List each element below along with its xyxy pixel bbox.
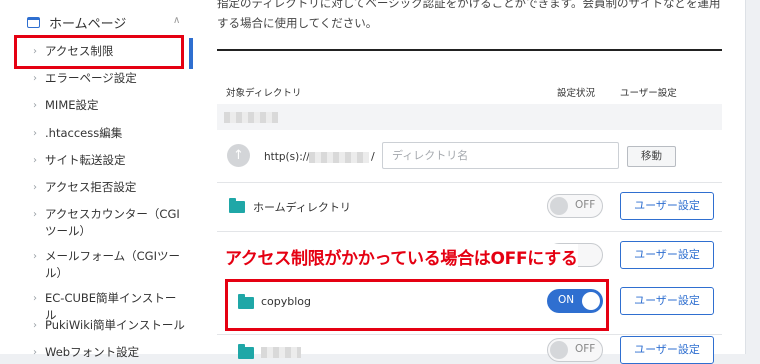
chevron-right-icon: › [33, 293, 37, 304]
toggle-knob [550, 197, 568, 215]
section-homepage[interactable]: ホームページ [27, 13, 126, 32]
folder-icon [229, 198, 245, 213]
sidebar-item-error-page[interactable]: › エラーページ設定 [33, 70, 185, 87]
sidebar-item-access-deny[interactable]: › アクセス拒否設定 [33, 179, 185, 196]
chevron-right-icon: › [33, 73, 37, 84]
redacted-domain [309, 152, 369, 163]
user-settings-button[interactable]: ユーザー設定 [620, 241, 714, 269]
row-divider [217, 231, 722, 232]
row-divider [217, 334, 722, 335]
toggle-label: OFF [575, 343, 596, 355]
column-header-directory: 対象ディレクトリ [226, 88, 302, 99]
chevron-right-icon: › [33, 182, 37, 193]
redacted-path [224, 112, 278, 123]
row-name-home[interactable]: ホームディレクトリ [253, 199, 351, 215]
path-slash: / [371, 150, 375, 163]
protocol-label: http(s):// [264, 151, 310, 163]
sidebar: ホームページ ∧ › アクセス制限 › エラーページ設定 › MIME設定 › .hta… [0, 0, 194, 359]
chevron-right-icon: › [33, 347, 37, 358]
chevron-right-icon: › [33, 251, 37, 262]
sidebar-item-mail-form[interactable]: › メールフォーム（CGIツール） [33, 248, 185, 282]
status-toggle-home[interactable]: OFF [547, 194, 603, 218]
sidebar-item-mime[interactable]: › MIME設定 [33, 97, 185, 114]
chevron-right-icon: › [33, 209, 37, 220]
chevron-right-icon: › [33, 155, 37, 166]
column-header-status: 設定状況 [557, 88, 596, 99]
chevron-right-icon: › [33, 128, 37, 139]
user-settings-button[interactable]: ユーザー設定 [620, 287, 714, 315]
toggle-knob [550, 341, 568, 359]
sidebar-item-site-redirect[interactable]: › サイト転送設定 [33, 152, 185, 169]
sidebar-item-access-counter[interactable]: › アクセスカウンター（CGIツール） [33, 206, 185, 240]
highlight-box-main [225, 279, 609, 331]
arrow-up-icon[interactable]: ↑ [227, 144, 250, 167]
page-gutter [745, 0, 760, 354]
directory-name-input[interactable] [382, 142, 619, 169]
sidebar-item-web-font[interactable]: › Webフォント設定 [33, 344, 185, 361]
sidebar-item-pukiwiki[interactable]: › PukiWiki簡単インストール [33, 317, 185, 334]
row-divider [217, 182, 722, 183]
chevron-right-icon: › [33, 100, 37, 111]
current-directory-row [217, 104, 722, 130]
annotation-text: アクセス制限がかかっている場合はOFFにする [225, 244, 578, 269]
main-panel: 指定のディレクトリに対してベーシック認証をかけることができます。会員制のサイトな… [193, 0, 745, 364]
status-toggle-row4[interactable]: OFF [547, 338, 603, 362]
highlight-box-sidebar [14, 35, 184, 69]
chevron-right-icon: › [33, 320, 37, 331]
description-text: 指定のディレクトリに対してベーシック認証をかけることができます。会員制のサイトな… [217, 0, 721, 30]
column-header-user: ユーザー設定 [620, 88, 677, 99]
chevron-up-icon[interactable]: ∧ [173, 15, 180, 26]
user-settings-button[interactable]: ユーザー設定 [620, 192, 714, 220]
move-button[interactable]: 移動 [627, 146, 676, 167]
section-title: ホームページ [49, 17, 127, 32]
folder-icon [238, 344, 254, 359]
redacted-name [261, 347, 301, 358]
toggle-label: OFF [575, 199, 596, 211]
user-settings-button[interactable]: ユーザー設定 [620, 336, 714, 364]
sidebar-item-htaccess[interactable]: › .htaccess編集 [33, 125, 185, 142]
section-divider [217, 49, 722, 51]
window-icon [27, 17, 40, 28]
